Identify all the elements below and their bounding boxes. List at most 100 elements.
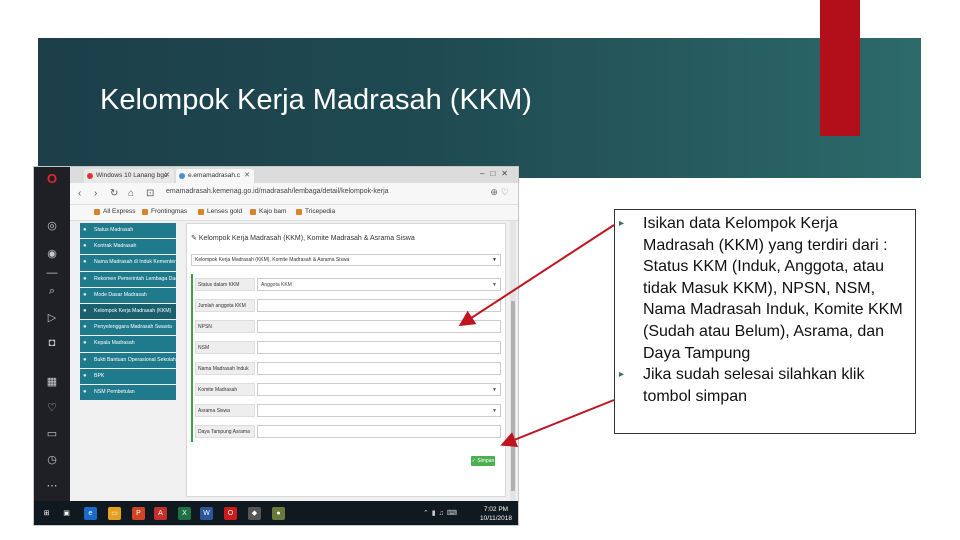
field-label: NPSN — [195, 320, 255, 333]
page-scrollbar[interactable] — [510, 221, 516, 501]
sidebar-item-bos[interactable]: Bukti Bantuan Operasional Sekolah — [80, 352, 176, 368]
app-icon[interactable]: ◆ — [248, 507, 261, 520]
sidebar-item-status[interactable]: Status Madrasah — [80, 223, 176, 239]
explorer-icon[interactable]: ▭ — [108, 507, 121, 520]
word-icon[interactable]: W — [200, 507, 213, 520]
apps-icon[interactable]: ▦ — [34, 375, 70, 388]
sidebar-item-kepala[interactable]: Kepala Madrasah — [80, 336, 176, 352]
divider-icon: — — [46, 267, 58, 279]
sidebar-item-penyelenggara[interactable]: Penyelenggara Madrasah Swasta — [80, 320, 176, 336]
sidebar-item-nama[interactable]: Nama Madrasah di Induk Kementerian — [80, 255, 176, 271]
taskbar-clock[interactable]: 7:02 PM 10/11/2018 — [476, 505, 516, 523]
sidebar-item-nsm[interactable]: NSM Pembetulan — [80, 384, 176, 401]
chevron-down-icon: ▼ — [492, 387, 497, 393]
reload-icon[interactable]: ↻ — [110, 188, 118, 199]
task-view-icon[interactable]: ▣ — [60, 507, 73, 520]
bookmark-item[interactable]: All Express — [94, 208, 136, 215]
form-row: NSM — [193, 337, 503, 358]
sidebar-item-rekomen[interactable]: Rekomen Pemerintah Lembaga Daerah — [80, 271, 176, 287]
clock-time: 7:02 PM — [483, 506, 509, 513]
asrama-select[interactable]: ▼ — [257, 404, 501, 417]
bookmark-item[interactable]: Tricepedia — [296, 208, 335, 215]
start-icon[interactable]: ⊞ — [40, 507, 53, 520]
field-label: Daya Tampung Asrama — [195, 425, 255, 438]
address-actions[interactable]: ⊕♡ — [490, 187, 512, 198]
sidebar-item-kkm[interactable]: Kelompok Kerja Madrasah (KKM) — [80, 303, 176, 320]
window-controls[interactable]: –□✕ — [480, 169, 514, 178]
clock-date: 10/11/2018 — [479, 515, 513, 522]
form-row: NPSN — [193, 316, 503, 337]
form-section-select[interactable]: Kelompok Kerja Madrasah (KKM), Komite Ma… — [191, 254, 501, 266]
field-label: Nama Madrasah Induk — [195, 362, 255, 375]
pdf-icon[interactable]: A — [154, 507, 167, 520]
news-icon[interactable]: ▭ — [34, 427, 70, 440]
history-icon[interactable]: ◷ — [34, 453, 70, 466]
home-icon[interactable]: ⌂ — [128, 188, 134, 199]
excel-icon[interactable]: X — [178, 507, 191, 520]
bookmark-item[interactable]: Frontingmas — [142, 208, 187, 215]
form-row: Daya Tampung Asrama — [193, 421, 503, 442]
whatsapp-icon[interactable]: ◉ — [34, 247, 70, 260]
close-tab-icon[interactable]: ✕ — [164, 169, 170, 183]
tab-windows[interactable]: Windows 10 Lanang bgo ✕ — [84, 169, 174, 183]
chevron-down-icon: ▼ — [492, 257, 497, 263]
form-row: Status dalam KKM Anggota KKM ▼ — [193, 274, 503, 295]
more-icon[interactable]: ⋯ — [34, 479, 70, 492]
form-row: Nama Madrasah Induk — [193, 358, 503, 379]
opera-logo-icon[interactable]: O — [34, 171, 70, 186]
sidebar-menu: Status Madrasah Kontrak Madrasah Nama Ma… — [80, 223, 176, 401]
field-label: Asrama Siswa — [195, 404, 255, 417]
bookmark-item[interactable]: Lenses gold — [198, 208, 242, 215]
back-icon[interactable]: ‹ — [78, 188, 81, 199]
jumlah-anggota-input[interactable] — [257, 299, 501, 312]
kkm-form: Status dalam KKM Anggota KKM ▼ Jumlah ang… — [191, 274, 503, 442]
komite-select[interactable]: ▼ — [257, 383, 501, 396]
chevron-down-icon: ▼ — [492, 282, 497, 288]
daya-tampung-input[interactable] — [257, 425, 501, 438]
form-row: Jumlah anggota KKM — [193, 295, 503, 316]
messenger-icon[interactable]: ◎ — [34, 219, 70, 232]
tab-favicon-icon — [87, 173, 93, 179]
close-tab-icon[interactable]: ✕ — [244, 169, 250, 183]
sidebar-item-dasar[interactable]: Mode Dasar Madrasah — [80, 287, 176, 303]
heart-icon[interactable]: ♡ — [34, 401, 70, 414]
lock-icon: ⊡ — [146, 188, 155, 199]
search-icon[interactable]: ⌕ — [34, 285, 70, 298]
field-label: Komite Madrasah — [195, 383, 255, 396]
npsn-input[interactable] — [257, 320, 501, 333]
callout-point: Jika sudah selesai silahkan klik tombol … — [619, 364, 911, 407]
url-input[interactable]: emamadrasah.kemenag.go.id/madrasah/lemba… — [166, 188, 389, 195]
bookmark-item[interactable]: Kajo bam — [250, 208, 286, 215]
windows-taskbar: ⊞ ▣ e ▭ P A X W O ◆ ● ⌃▮♫⌨ 7:02 PM 10/11… — [34, 501, 518, 525]
send-icon[interactable]: ▷ — [34, 311, 70, 324]
form-panel: ✎ Kelompok Kerja Madrasah (KKM), Komite … — [186, 223, 506, 497]
status-kkm-select[interactable]: Anggota KKM ▼ — [257, 278, 501, 291]
scrollbar-thumb[interactable] — [511, 301, 515, 491]
form-row: Asrama Siswa ▼ — [193, 400, 503, 421]
sidebar-item-kontrak[interactable]: Kontrak Madrasah — [80, 239, 176, 255]
app-icon[interactable]: ● — [272, 507, 285, 520]
opera-sidebar: O ◎ ◉ — ⌕ ▷ ◘ ▦ ♡ ▭ ◷ ⋯ — [34, 167, 70, 501]
opera-icon[interactable]: O — [224, 507, 237, 520]
field-label: Status dalam KKM — [195, 278, 255, 291]
tab-emamadrasah[interactable]: e.emamadrasah.c ✕ — [176, 169, 254, 183]
system-tray[interactable]: ⌃▮♫⌨ — [423, 509, 460, 517]
callout-point: Isikan data Kelompok Kerja Madrasah (KKM… — [619, 213, 911, 364]
accent-bar — [820, 0, 860, 136]
chevron-down-icon: ▼ — [492, 408, 497, 414]
tab-label: e.emamadrasah.c — [188, 172, 241, 179]
madrasah-induk-input[interactable] — [257, 362, 501, 375]
field-label: NSM — [195, 341, 255, 354]
save-button[interactable]: ✓ Simpan — [471, 456, 495, 466]
callout-list: Isikan data Kelompok Kerja Madrasah (KKM… — [619, 213, 911, 407]
form-heading: ✎ Kelompok Kerja Madrasah (KKM), Komite … — [191, 235, 415, 242]
powerpoint-icon[interactable]: P — [132, 507, 145, 520]
camera-icon[interactable]: ◘ — [34, 337, 70, 349]
forward-icon[interactable]: › — [94, 188, 97, 199]
sidebar-item-bpk[interactable]: BPK — [80, 368, 176, 384]
field-label: Jumlah anggota KKM — [195, 299, 255, 312]
slide-title: Kelompok Kerja Madrasah (KKM) — [100, 84, 532, 116]
nsm-input[interactable] — [257, 341, 501, 354]
browser-screenshot: O ◎ ◉ — ⌕ ▷ ◘ ▦ ♡ ▭ ◷ ⋯ Windows 10 Lanan… — [33, 166, 519, 526]
edge-icon[interactable]: e — [84, 507, 97, 520]
